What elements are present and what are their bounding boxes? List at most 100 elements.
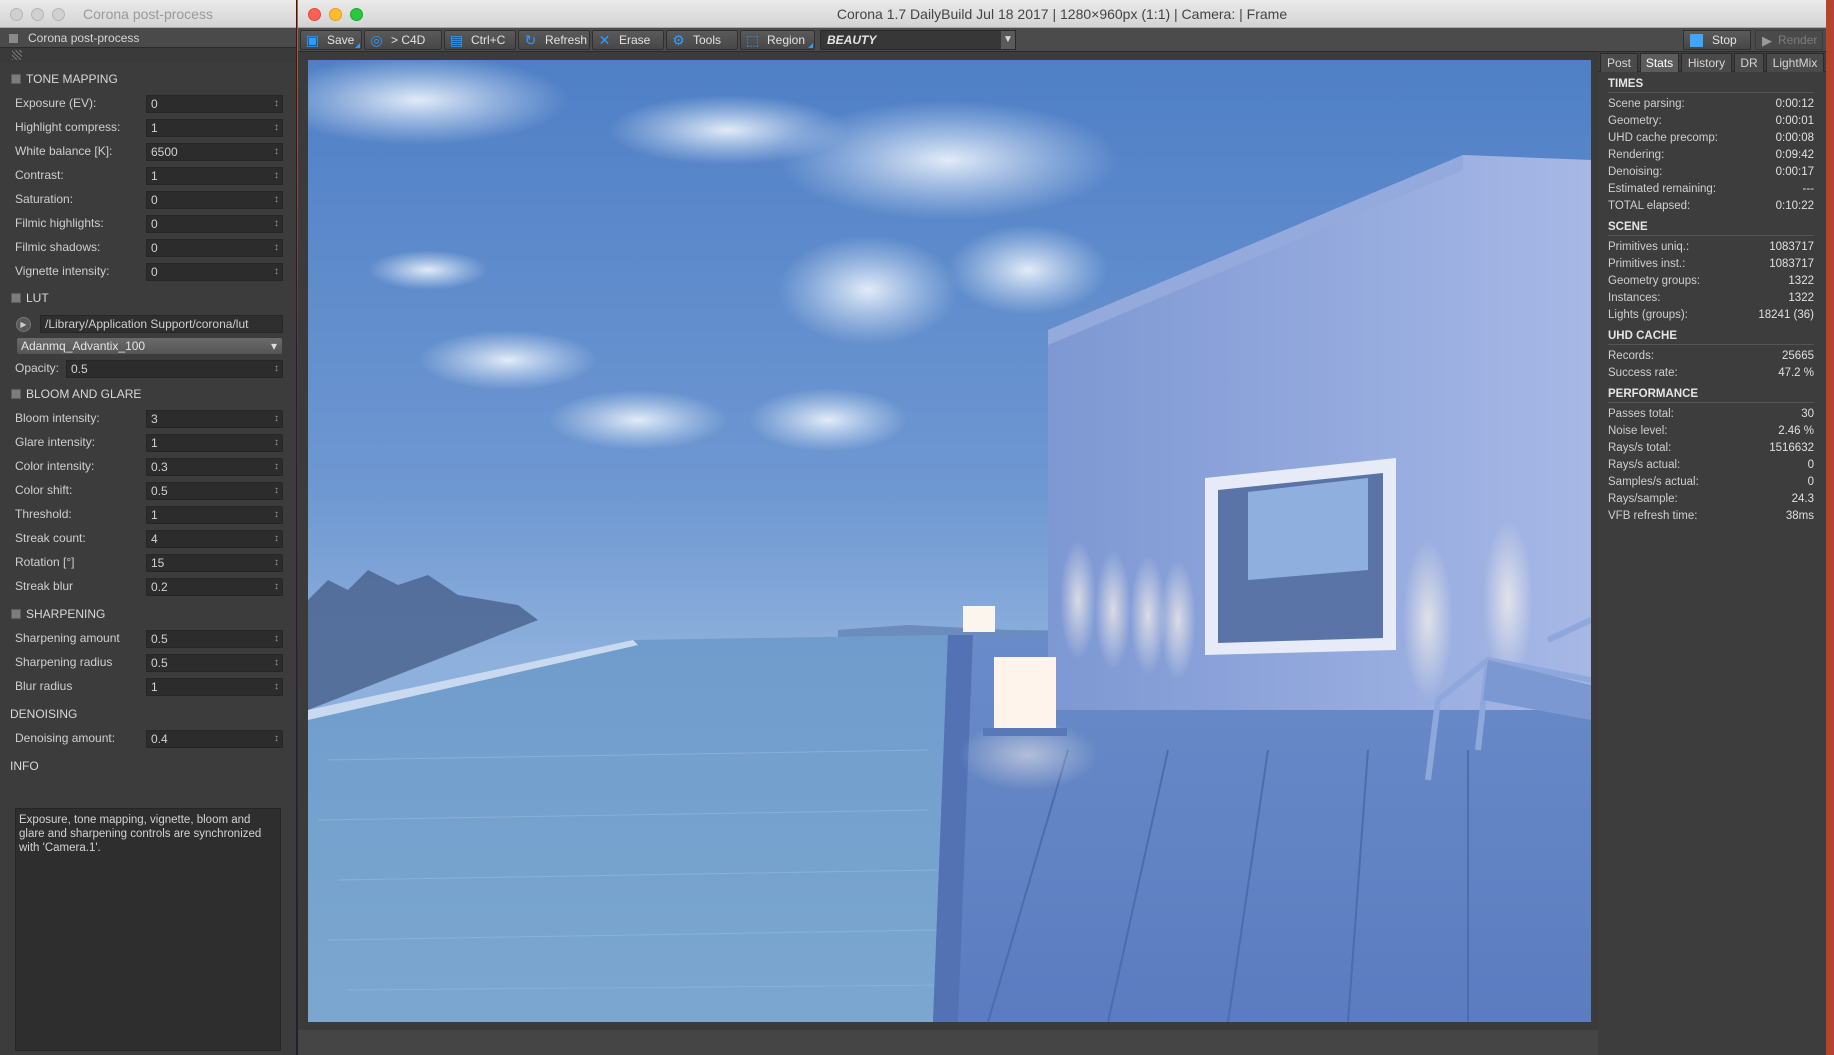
param-label: Streak count: xyxy=(15,531,86,545)
close-button[interactable] xyxy=(308,8,321,21)
denoising-row: Denoising amount: 0.4 xyxy=(0,727,296,751)
param-spinner[interactable]: 3 xyxy=(146,410,283,428)
param-spinner[interactable]: 0 xyxy=(146,239,283,257)
minimize-button[interactable] xyxy=(329,8,342,21)
panel-header: Corona post-process xyxy=(0,28,296,48)
param-spinner[interactable]: 0.5 xyxy=(146,654,283,672)
tone-mapping-row: Highlight compress: 1 xyxy=(0,116,296,140)
stat-key: Instances: xyxy=(1608,292,1661,304)
param-spinner[interactable]: 0.4 xyxy=(146,730,283,748)
lut-checkbox[interactable] xyxy=(11,293,21,303)
sharpening-checkbox[interactable] xyxy=(11,609,21,619)
section-bloom-glare[interactable]: BLOOM AND GLARE xyxy=(0,381,296,407)
tab-lightmix[interactable]: LightMix xyxy=(1766,53,1824,72)
zoom-button[interactable] xyxy=(350,8,363,21)
stat-key: Primitives inst.: xyxy=(1608,258,1686,270)
tab-dr[interactable]: DR xyxy=(1734,53,1764,72)
lut-path-field[interactable]: /Library/Application Support/corona/lut xyxy=(40,315,283,333)
post-process-window: Corona post-process Corona post-process … xyxy=(0,0,297,1055)
param-spinner[interactable]: 0 xyxy=(146,263,283,281)
zoom-button[interactable] xyxy=(52,8,65,21)
param-spinner[interactable]: 1 xyxy=(146,506,283,524)
save-button[interactable]: ▣ Save xyxy=(300,30,362,50)
tools-label: Tools xyxy=(693,33,722,47)
opacity-field[interactable]: 0.5 xyxy=(66,360,283,378)
param-spinner[interactable]: 4 xyxy=(146,530,283,548)
param-label: White balance [K]: xyxy=(15,144,113,158)
stat-key: Passes total: xyxy=(1608,408,1674,420)
param-label: Filmic highlights: xyxy=(15,216,104,230)
region-label: Region xyxy=(767,33,806,47)
param-spinner[interactable]: 0.2 xyxy=(146,578,283,596)
erase-label: Erase xyxy=(619,33,651,47)
tab-history[interactable]: History xyxy=(1681,53,1732,72)
tab-post[interactable]: Post xyxy=(1600,53,1638,72)
window-title: Corona 1.7 DailyBuild Jul 18 2017 | 1280… xyxy=(836,6,1288,22)
region-button[interactable]: ⬚ Region xyxy=(740,30,815,50)
browse-icon[interactable]: ▶ xyxy=(16,317,31,332)
stat-value: 24.3 xyxy=(1791,493,1814,505)
erase-button[interactable]: ✕ Erase xyxy=(592,30,664,50)
stop-icon xyxy=(1690,34,1703,47)
param-spinner[interactable]: 0.5 xyxy=(146,482,283,500)
to-c4d-button[interactable]: ◎ > C4D xyxy=(364,30,442,50)
stat-row: Rays/s actual: 0 xyxy=(1608,457,1814,474)
refresh-button[interactable]: ↻ Refresh xyxy=(518,30,590,50)
param-spinner[interactable]: 0.5 xyxy=(146,630,283,648)
bloom-row: Glare intensity: 1 xyxy=(0,431,296,455)
tab-stats[interactable]: Stats xyxy=(1640,53,1679,72)
render-canvas[interactable] xyxy=(308,60,1591,1022)
param-spinner[interactable]: 0 xyxy=(146,95,283,113)
tone-mapping-row: Filmic shadows: 0 xyxy=(0,236,296,260)
panel-header-label: Corona post-process xyxy=(28,31,140,45)
lut-dropdown[interactable]: Adanmq_Advantix_100 xyxy=(16,337,283,355)
gear-icon: ⚙ xyxy=(672,32,685,48)
section-tone-mapping[interactable]: TONE MAPPING xyxy=(0,66,296,92)
stat-value: 2.46 % xyxy=(1778,425,1814,437)
param-label: Threshold: xyxy=(15,507,72,521)
param-label: Sharpening amount xyxy=(15,631,120,645)
stat-value: 0:10:22 xyxy=(1775,200,1814,212)
stop-button[interactable]: Stop xyxy=(1683,30,1751,50)
panel-grip[interactable] xyxy=(0,48,296,62)
section-lut[interactable]: LUT xyxy=(0,285,296,311)
tone-mapping-row: Saturation: 0 xyxy=(0,188,296,212)
stat-value: 0:00:01 xyxy=(1775,115,1814,127)
stat-value: 18241 (36) xyxy=(1758,309,1814,321)
stat-row: Primitives inst.: 1083717 xyxy=(1608,256,1814,273)
minimize-button[interactable] xyxy=(31,8,44,21)
param-spinner[interactable]: 1 xyxy=(146,434,283,452)
tools-button[interactable]: ⚙ Tools xyxy=(666,30,738,50)
save-label: Save xyxy=(327,33,355,47)
copy-button[interactable]: ▤ Ctrl+C xyxy=(444,30,516,50)
section-label: LUT xyxy=(26,291,49,305)
tone-mapping-row: Exposure (EV): 0 xyxy=(0,92,296,116)
stat-key: Estimated remaining: xyxy=(1608,183,1717,195)
param-spinner[interactable]: 0 xyxy=(146,191,283,209)
grip-icon xyxy=(12,50,22,60)
section-sharpening[interactable]: SHARPENING xyxy=(0,601,296,627)
stat-row: Rendering: 0:09:42 xyxy=(1608,147,1814,164)
opacity-label: Opacity: xyxy=(15,361,60,375)
tone-mapping-checkbox[interactable] xyxy=(11,74,21,84)
stat-key: Rays/s actual: xyxy=(1608,459,1681,471)
stat-key: Success rate: xyxy=(1608,367,1678,379)
param-spinner[interactable]: 6500 xyxy=(146,143,283,161)
param-spinner[interactable]: 0 xyxy=(146,215,283,233)
stat-row: Denoising: 0:00:17 xyxy=(1608,164,1814,181)
bloom-checkbox[interactable] xyxy=(11,389,21,399)
param-spinner[interactable]: 1 xyxy=(146,678,283,696)
param-spinner[interactable]: 0.3 xyxy=(146,458,283,476)
stat-value: 1322 xyxy=(1788,275,1814,287)
param-spinner[interactable]: 1 xyxy=(146,119,283,137)
render-pass-dropdown[interactable]: BEAUTY ▼ xyxy=(820,30,1016,50)
panel-icon xyxy=(9,34,18,43)
render-button[interactable]: ▶ Render xyxy=(1755,30,1823,50)
bloom-row: Streak blur 0.2 xyxy=(0,575,296,599)
stats-heading: TIMES xyxy=(1608,72,1814,93)
param-spinner[interactable]: 15 xyxy=(146,554,283,572)
vfb-titlebar: Corona 1.7 DailyBuild Jul 18 2017 | 1280… xyxy=(298,0,1826,28)
param-spinner[interactable]: 1 xyxy=(146,167,283,185)
stat-row: Rays/s total: 1516632 xyxy=(1608,440,1814,457)
close-button[interactable] xyxy=(10,8,23,21)
